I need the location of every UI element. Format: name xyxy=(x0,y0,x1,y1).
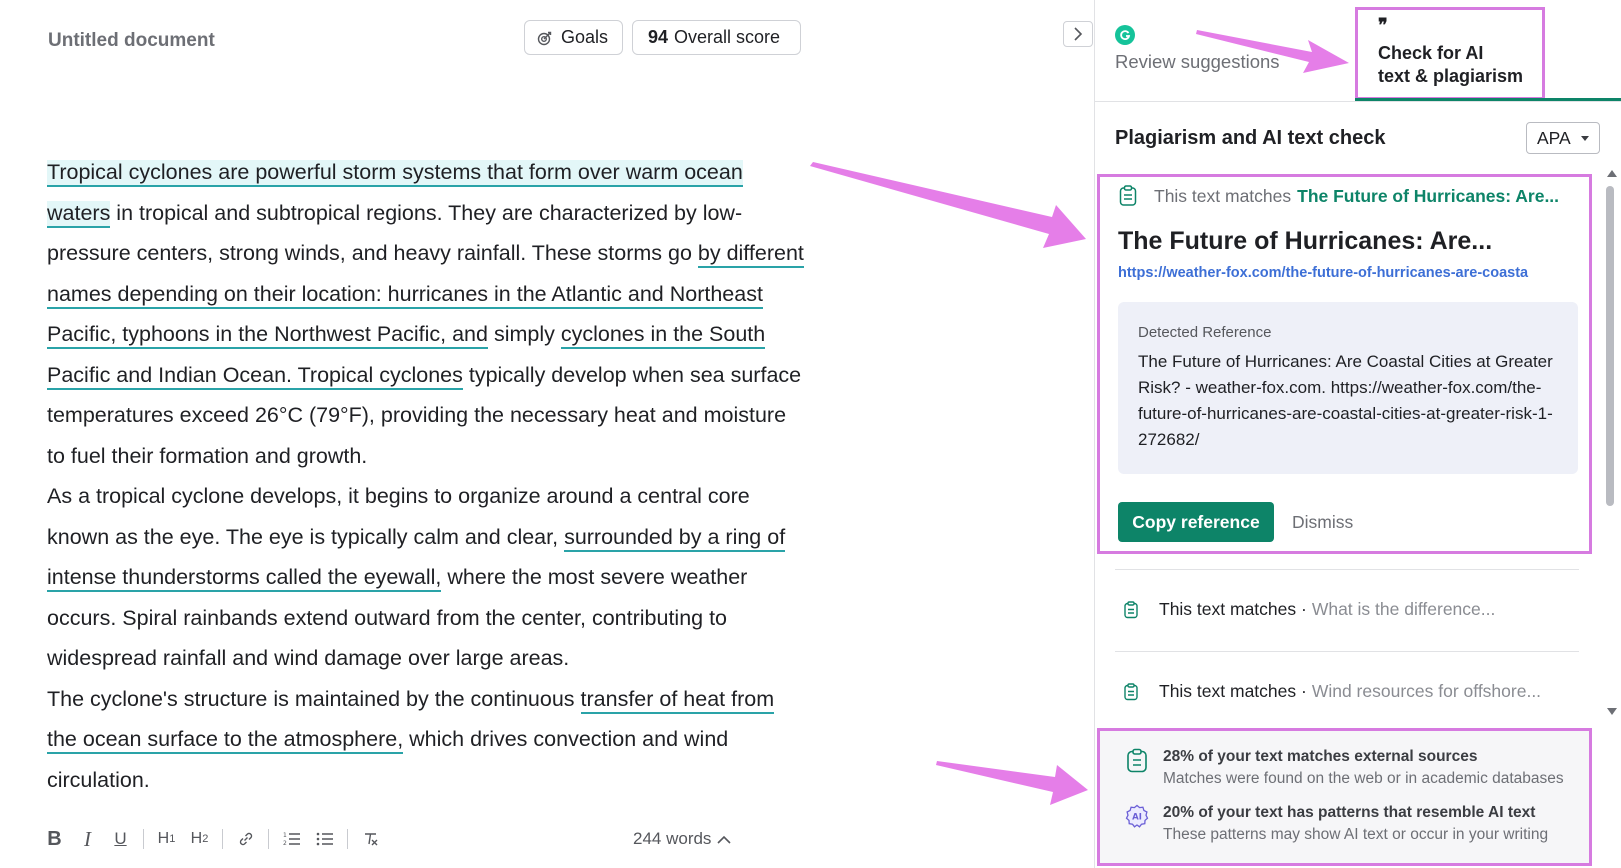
text-span: The cyclone's structure is maintained by… xyxy=(47,686,581,711)
match-summary-line: This text matches The Future of Hurrican… xyxy=(1118,185,1588,207)
check-summary: 28% of your text matches external source… xyxy=(1097,728,1592,866)
ai-summary: AI 20% of your text has patterns that re… xyxy=(1125,804,1548,844)
side-panel: Review suggestions ❞ Check for AI text &… xyxy=(1094,0,1621,868)
caret-down-icon xyxy=(1580,135,1589,141)
target-icon xyxy=(537,31,552,45)
match-prefix: This text matches · xyxy=(1159,681,1307,701)
copy-reference-button[interactable]: Copy reference xyxy=(1118,502,1274,542)
scroll-down-arrow[interactable] xyxy=(1607,708,1617,715)
clipboard-icon xyxy=(1123,682,1139,701)
link-button[interactable] xyxy=(229,826,262,852)
italic-button[interactable]: I xyxy=(71,826,104,852)
numbered-list-button[interactable]: 1 2 xyxy=(275,826,308,852)
svg-text:1: 1 xyxy=(283,832,287,839)
word-count-button[interactable]: 244 words xyxy=(633,829,732,849)
collapse-panel-button[interactable] xyxy=(1063,21,1093,47)
annotation-arrow-to-summary xyxy=(936,761,1088,805)
toolbar-divider xyxy=(222,829,223,849)
h1-letter: H xyxy=(157,830,170,847)
annotation-arrow-to-match-card xyxy=(810,162,1086,248)
toolbar-divider xyxy=(347,829,348,849)
tabs-divider xyxy=(1095,101,1621,102)
match-source-url[interactable]: https://weather-fox.com/the-future-of-hu… xyxy=(1118,265,1576,281)
scroll-up-arrow[interactable] xyxy=(1607,170,1617,177)
match-list-item[interactable]: This text matches · What is the differen… xyxy=(1115,569,1579,649)
match-source-short: The Future of Hurricanes: Are... xyxy=(1297,185,1560,206)
h2-level: 2 xyxy=(202,833,209,845)
scrollbar-thumb[interactable] xyxy=(1606,186,1614,506)
grammarly-logo-icon xyxy=(1115,25,1135,45)
tab-review-suggestions[interactable]: Review suggestions xyxy=(1115,25,1280,73)
text-span: in tropical and subtropical regions. The… xyxy=(47,200,743,266)
document-title[interactable]: Untitled document xyxy=(48,30,215,52)
detected-reference-label: Detected Reference xyxy=(1138,324,1272,341)
match-source: Wind resources for offshore... xyxy=(1311,681,1542,701)
chevron-up-icon xyxy=(717,835,732,844)
h1-level: 1 xyxy=(169,833,176,845)
h2-letter: H xyxy=(190,830,203,847)
clear-formatting-button[interactable] xyxy=(354,826,387,852)
paragraph-1: Tropical cyclones are powerful storm sys… xyxy=(47,152,807,476)
bulleted-list-button[interactable] xyxy=(308,826,341,852)
active-match-card[interactable]: This text matches The Future of Hurrican… xyxy=(1097,174,1592,554)
heading-2-button[interactable]: H2 xyxy=(183,826,216,852)
goals-button[interactable]: Goals xyxy=(524,20,623,55)
ai-badge-icon: AI xyxy=(1125,804,1153,844)
underline-button[interactable]: U xyxy=(104,826,137,852)
match-source-title: The Future of Hurricanes: Are... xyxy=(1118,227,1493,255)
tab-ai-label-line1: Check for AI xyxy=(1378,43,1484,63)
plagiarism-detail: Matches were found on the web or in acad… xyxy=(1163,770,1564,787)
score-value: 94 xyxy=(648,27,669,47)
clipboard-icon xyxy=(1125,748,1153,788)
match-list-item[interactable]: This text matches · Wind resources for o… xyxy=(1115,651,1579,731)
detected-reference-box: Detected Reference The Future of Hurrica… xyxy=(1118,302,1578,474)
ai-detail: These patterns may show AI text or occur… xyxy=(1163,826,1549,843)
text-span: simply xyxy=(487,322,561,346)
plagiarism-summary: 28% of your text matches external source… xyxy=(1125,748,1564,788)
detected-reference-text: The Future of Hurricanes: Are Coastal Ci… xyxy=(1138,352,1553,449)
dismiss-button[interactable]: Dismiss xyxy=(1292,512,1353,533)
tab-ai-label-line2: text & plagiarism xyxy=(1378,66,1524,86)
heading-1-button[interactable]: H1 xyxy=(150,826,183,852)
score-label: Overall score xyxy=(674,27,781,47)
ai-heading: 20% of your text has patterns that resem… xyxy=(1163,804,1536,821)
toolbar-divider xyxy=(143,829,144,849)
plagiarism-heading: 28% of your text matches external source… xyxy=(1163,748,1478,765)
clipboard-icon xyxy=(1123,600,1139,619)
bulleted-list-icon xyxy=(316,832,333,846)
word-count-label: 244 words xyxy=(633,829,712,848)
citation-style-value: APA xyxy=(1537,127,1571,148)
citation-style-select[interactable]: APA xyxy=(1526,122,1600,154)
numbered-list-icon: 1 2 xyxy=(283,832,300,847)
document-body[interactable]: Tropical cyclones are powerful storm sys… xyxy=(47,152,807,800)
ai-badge-text: AI xyxy=(1132,813,1142,823)
clear-formatting-icon xyxy=(364,833,377,846)
tab-ai-plagiarism[interactable]: ❞ Check for AI text & plagiarism xyxy=(1355,7,1545,100)
chevron-right-icon xyxy=(1074,27,1083,41)
match-prefix: This text matches xyxy=(1154,185,1292,206)
paragraph-2: As a tropical cyclone develops, it begin… xyxy=(47,476,807,679)
match-source: What is the difference... xyxy=(1311,599,1496,619)
toolbar-divider xyxy=(268,829,269,849)
svg-text:2: 2 xyxy=(283,840,287,847)
formatting-toolbar: B I U H1 H2 1 2 xyxy=(38,826,387,852)
overall-score-button[interactable]: 94 Overall score xyxy=(632,20,801,55)
goals-label: Goals xyxy=(561,27,609,47)
tab-review-label: Review suggestions xyxy=(1115,51,1280,72)
panel-heading: Plagiarism and AI text check xyxy=(1115,127,1386,149)
bold-button[interactable]: B xyxy=(38,826,71,852)
clipboard-icon xyxy=(1119,185,1137,206)
match-prefix: This text matches · xyxy=(1159,599,1307,619)
quote-icon: ❞ xyxy=(1378,15,1388,35)
link-icon xyxy=(239,832,252,846)
paragraph-3: The cyclone's structure is maintained by… xyxy=(47,679,807,801)
tab-ai-label: Check for AI text & plagiarism xyxy=(1378,42,1542,88)
